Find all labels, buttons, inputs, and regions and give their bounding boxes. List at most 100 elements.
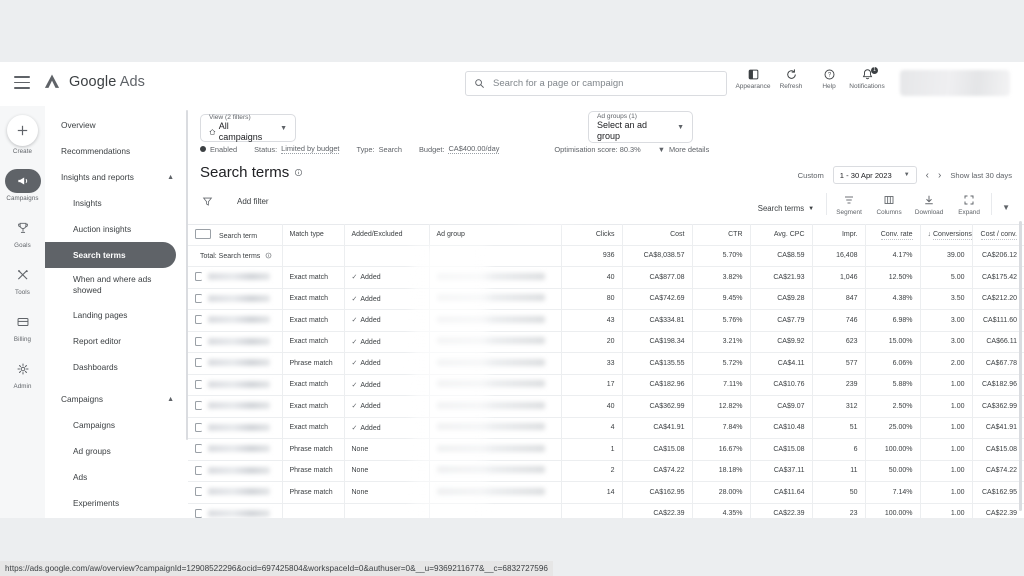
table-row[interactable]: Exact match ✓ Added 43 CA$334.81 5.76% CA$7.79…: [188, 309, 1024, 332]
create-fab[interactable]: [7, 115, 38, 146]
table-row[interactable]: Exact match ✓ Added 20 CA$198.34 3.21% CA$9.92…: [188, 331, 1024, 353]
nav-item-report-editor[interactable]: Report editor: [45, 328, 188, 354]
select-all-checkbox[interactable]: [195, 228, 211, 239]
view-dropdown[interactable]: Search terms ▼: [758, 204, 824, 217]
date-range-hint[interactable]: Show last 30 days: [950, 171, 1012, 180]
th-ad-group[interactable]: Ad group: [429, 224, 562, 246]
row-checkbox[interactable]: [195, 444, 202, 454]
ad-group-selector[interactable]: Ad groups (1) Select an ad group ▼: [588, 111, 693, 143]
th-cost[interactable]: Cost: [622, 224, 693, 246]
nav-item-insights[interactable]: Insights: [45, 190, 188, 216]
appearance-button[interactable]: Appearance: [735, 68, 771, 90]
rail-item-billing[interactable]: Billing: [0, 310, 45, 343]
filter-icon[interactable]: [202, 196, 213, 207]
nav-item-campaigns[interactable]: Campaigns: [45, 412, 188, 438]
global-search[interactable]: [465, 71, 727, 96]
appearance-icon: [748, 69, 758, 80]
table-row[interactable]: CA$22.39 4.35% CA$22.39 23 100.00% 1.00 CA$22.…: [188, 503, 1024, 518]
rail-item-campaigns[interactable]: Campaigns: [0, 169, 45, 202]
info-icon[interactable]: [294, 168, 303, 177]
table-row[interactable]: Phrase match None 2 CA$74.22 18.18% CA$37.11 1…: [188, 460, 1024, 482]
row-checkbox[interactable]: [195, 508, 202, 518]
th-cost-per-conv[interactable]: Cost / conv.: [972, 224, 1024, 246]
nav-item-ad-groups[interactable]: Ad groups: [45, 438, 188, 464]
rail-item-tools[interactable]: Tools: [0, 263, 45, 296]
campaign-budget-value[interactable]: CA$400.00/day: [448, 144, 500, 154]
expand-button[interactable]: Expand: [949, 194, 989, 217]
chevron-down-icon[interactable]: ▼: [994, 203, 1018, 217]
cell-clicks: 43: [561, 309, 623, 332]
row-checkbox[interactable]: [195, 272, 202, 282]
row-checkbox[interactable]: [195, 487, 202, 497]
table-row[interactable]: Phrase match None 1 CA$15.08 16.67% CA$15.08 6…: [188, 438, 1024, 461]
main-scrollbar[interactable]: [1019, 221, 1022, 511]
table-row[interactable]: Phrase match None 14 CA$162.95 28.00% CA$11.6…: [188, 481, 1024, 504]
row-checkbox[interactable]: [195, 465, 202, 475]
table-row[interactable]: Exact match ✓ Added 80 CA$742.69 9.45% CA$9.28…: [188, 288, 1024, 310]
refresh-button[interactable]: Refresh: [773, 68, 809, 90]
th-impr[interactable]: Impr.: [812, 224, 866, 246]
cell-added-excluded: ✓ Added: [344, 266, 430, 289]
nav-item-ads[interactable]: Ads: [45, 464, 188, 490]
chevron-left-icon[interactable]: ‹: [926, 170, 929, 181]
rail-item-goals[interactable]: Goals: [0, 216, 45, 249]
added-label: Added: [360, 295, 381, 303]
more-details-toggle[interactable]: ▼ More details: [658, 145, 710, 154]
notifications-button[interactable]: 1 Notifications: [849, 67, 885, 90]
cell-cost: CA$41.91: [622, 417, 693, 439]
th-clicks[interactable]: Clicks: [561, 224, 623, 246]
nav-item-landing-pages[interactable]: Landing pages: [45, 302, 188, 328]
row-checkbox[interactable]: [195, 336, 202, 346]
date-range-picker[interactable]: 1 - 30 Apr 2023 ▼: [832, 166, 917, 184]
cell-conversions: 1.00: [920, 438, 973, 461]
row-checkbox[interactable]: [195, 358, 202, 368]
campaign-status-value[interactable]: Limited by budget: [281, 144, 340, 154]
table-row[interactable]: Exact match ✓ Added 40 CA$362.99 12.82% CA$9.0…: [188, 395, 1024, 418]
cell-match-type: [282, 503, 345, 518]
nav-item-recommendations[interactable]: Recommendations: [45, 138, 188, 164]
row-checkbox[interactable]: [195, 315, 202, 325]
cell-added-excluded: ✓ Added: [344, 352, 430, 375]
rail-pill-campaigns: [4, 169, 41, 193]
rail-item-create[interactable]: Create: [0, 115, 45, 155]
th-match-type[interactable]: Match type: [282, 224, 345, 246]
th-conversions[interactable]: ↓ Conversions: [920, 224, 973, 246]
search-input[interactable]: [491, 77, 718, 90]
info-icon[interactable]: [265, 252, 272, 259]
th-ctr[interactable]: CTR: [692, 224, 751, 246]
nav-item-search-terms[interactable]: Search terms: [45, 242, 176, 268]
th-conv-rate[interactable]: Conv. rate: [865, 224, 921, 246]
row-checkbox[interactable]: [195, 293, 202, 303]
ad-group-redacted: [436, 423, 545, 431]
columns-button[interactable]: Columns: [869, 194, 909, 217]
chevron-right-icon[interactable]: ›: [938, 170, 941, 181]
row-checkbox[interactable]: [195, 379, 202, 389]
account-chip[interactable]: [900, 70, 1010, 96]
th-search-term[interactable]: Search term: [188, 224, 283, 246]
row-checkbox[interactable]: [195, 422, 202, 432]
nav-item-campaigns-group[interactable]: Campaigns ▲: [45, 386, 188, 412]
th-label: CTR: [728, 230, 743, 238]
nav-item-insights-and-reports[interactable]: Insights and reports ▲: [45, 164, 188, 190]
nav-item-auction-insights[interactable]: Auction insights: [45, 216, 188, 242]
nav-item-overview[interactable]: Overview: [45, 112, 188, 138]
nav-item-dashboards[interactable]: Dashboards: [45, 354, 188, 380]
nav-item-experiments[interactable]: Experiments: [45, 490, 188, 516]
add-filter-button[interactable]: Add filter: [237, 197, 269, 206]
rail-item-admin[interactable]: Admin: [0, 357, 45, 390]
view-selector[interactable]: View (2 filters) All campaigns ▼: [200, 114, 296, 142]
th-added-excluded[interactable]: Added/Excluded: [344, 224, 430, 246]
table-row[interactable]: Exact match ✓ Added 4 CA$41.91 7.84% CA$10.48 5…: [188, 417, 1024, 439]
table-row[interactable]: Phrase match ✓ Added 33 CA$135.55 5.72% CA$4.1…: [188, 352, 1024, 375]
nav-item-when-and-where-ads-showed[interactable]: When and where ads showed: [45, 268, 188, 302]
help-button[interactable]: ? Help: [811, 68, 847, 90]
th-avg-cpc[interactable]: Avg. CPC: [750, 224, 813, 246]
table-row[interactable]: Exact match ✓ Added 40 CA$877.08 3.82% CA$21.9…: [188, 266, 1024, 289]
table-row[interactable]: Exact match ✓ Added 17 CA$182.96 7.11% CA$10.7…: [188, 374, 1024, 396]
download-button[interactable]: Download: [909, 194, 949, 217]
segment-button[interactable]: Segment: [829, 194, 869, 217]
row-checkbox[interactable]: [195, 401, 202, 411]
status-dot-icon: [200, 146, 206, 152]
brand-logo-wrap[interactable]: Google Ads: [42, 72, 145, 92]
hamburger-icon[interactable]: [14, 76, 30, 92]
